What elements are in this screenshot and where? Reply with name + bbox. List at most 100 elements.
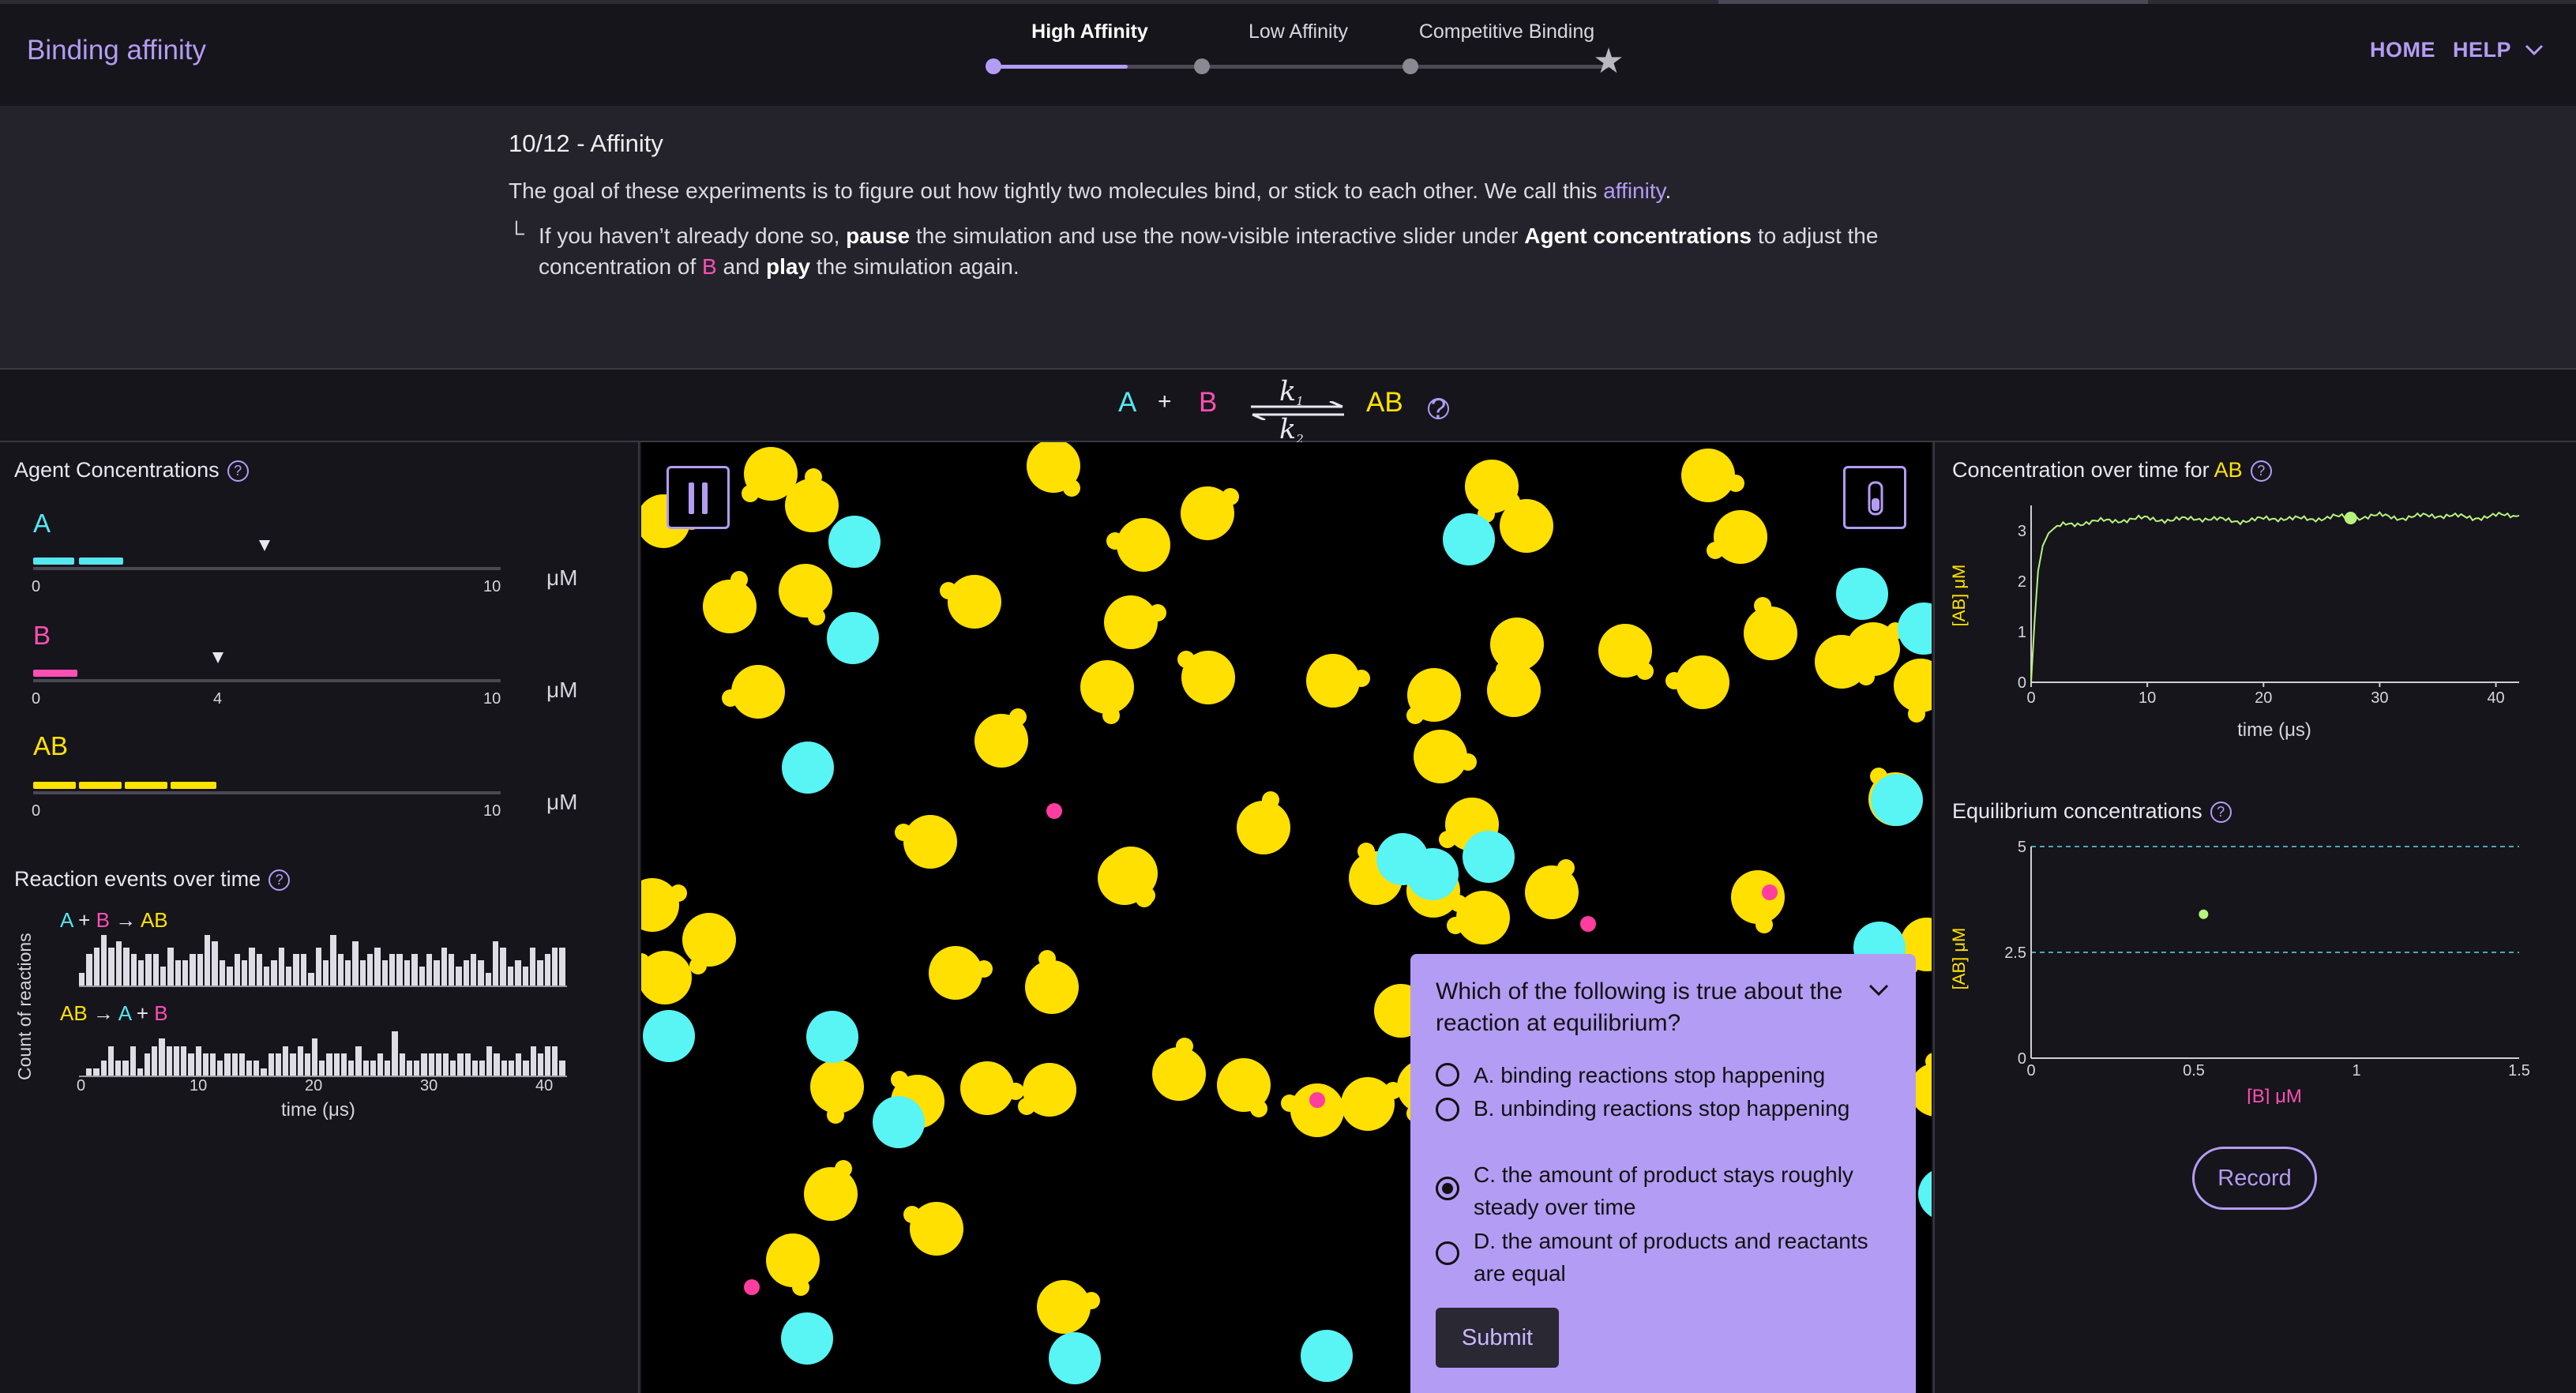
unbinding-histogram-bar — [107, 1046, 115, 1076]
unbinding-histogram-bar — [545, 1046, 551, 1076]
ab-complex-bump — [974, 959, 993, 978]
agent-b-slider-handle[interactable] — [212, 652, 223, 663]
quiz-option-c[interactable]: C. the amount of product stays roughly s… — [1436, 1159, 1894, 1226]
radio-option-b[interactable] — [1436, 1098, 1459, 1121]
binding-histogram-bar — [434, 960, 440, 986]
ab-complex-bump — [1707, 541, 1725, 559]
unbinding-arrow: → — [92, 1001, 114, 1025]
ab-complex-molecule — [1306, 654, 1360, 708]
agent-b-slider-track[interactable] — [33, 679, 501, 682]
step-dot-competitive[interactable] — [1403, 58, 1418, 74]
left-panel: Agent Concentrations? A 0 10 μM B 0 4 10… — [0, 442, 640, 1393]
binding-histogram-bar — [234, 954, 240, 986]
help-circle-icon[interactable]: ? — [2210, 802, 2232, 823]
agent-b-max: 10 — [483, 690, 501, 708]
quiz-option-d[interactable]: D. the amount of products and reactants … — [1436, 1226, 1894, 1292]
chevron-down-icon[interactable] — [1867, 974, 1891, 1004]
equilibrium-chart-xlabel: [B] μM — [2247, 1086, 2302, 1104]
binding-histogram-bar — [389, 954, 396, 986]
progress-steps: High Affinity Low Affinity Competitive B… — [979, 17, 1635, 88]
radio-option-c-selected[interactable] — [1436, 1177, 1459, 1200]
pause-button[interactable] — [667, 466, 730, 529]
agent-b-bar — [33, 670, 77, 677]
time-chart-y-tick-label: 1 — [2018, 624, 2026, 641]
record-button[interactable]: Record — [2192, 1147, 2317, 1210]
ab-complex-bump — [1222, 488, 1240, 506]
unbinding-histogram-bar — [283, 1046, 289, 1076]
binding-histogram-bar — [359, 960, 366, 986]
time-chart-series-line — [2030, 511, 2520, 683]
binding-histogram-bar — [293, 954, 299, 986]
ab-complex-bump — [903, 1205, 921, 1223]
binding-histogram-bar — [404, 960, 411, 986]
a-molecule — [873, 1096, 925, 1148]
radio-option-a[interactable] — [1436, 1063, 1459, 1087]
help-circle-icon[interactable]: ? — [2250, 460, 2272, 482]
help-circle-icon[interactable]: ? — [227, 460, 249, 482]
ab-complex-bump — [1357, 843, 1375, 861]
binding-histogram-bar — [86, 954, 92, 986]
home-link[interactable]: HOME — [2370, 38, 2435, 62]
flask-icon — [1868, 481, 1883, 516]
unbinding-histogram-bar — [486, 1046, 493, 1076]
ab-complex-molecule — [731, 665, 785, 719]
agent-a-max: 10 — [483, 578, 501, 595]
a-molecule — [781, 1312, 833, 1365]
binding-histogram-bar — [263, 967, 270, 986]
unbinding-histogram-bar — [414, 1061, 420, 1076]
agent-ab-max: 10 — [483, 802, 501, 820]
binding-histogram-axis — [79, 986, 567, 987]
a-molecule — [1836, 568, 1888, 620]
binding-histogram-bar — [219, 960, 226, 986]
quiz-option-b[interactable]: B. unbinding reactions stop happening — [1436, 1093, 1894, 1159]
radio-option-d[interactable] — [1436, 1241, 1459, 1265]
a-molecule — [1049, 1332, 1101, 1384]
step-low-affinity[interactable]: Low Affinity — [1249, 21, 1348, 43]
submit-button[interactable]: Submit — [1436, 1308, 1559, 1368]
star-icon[interactable]: ★ — [1593, 41, 1624, 81]
unbinding-histogram-bar — [370, 1061, 376, 1076]
unbinding-histogram-bar — [181, 1046, 187, 1076]
help-circle-icon[interactable]: ? — [268, 869, 291, 891]
binding-histogram-bar — [271, 960, 277, 986]
agent-a-label: A — [33, 509, 51, 538]
unbinding-histogram-bar — [450, 1061, 456, 1076]
ab-complex-bump — [1665, 671, 1684, 689]
unbinding-histogram-bar — [202, 1053, 208, 1076]
step-high-affinity[interactable]: High Affinity — [1031, 21, 1148, 43]
time-chart-x-tick-label: 20 — [2255, 689, 2272, 707]
unbinding-histogram-bar — [253, 1061, 260, 1076]
unbinding-histogram-bar — [304, 1053, 310, 1076]
unbinding-histogram-bar — [231, 1053, 238, 1076]
agent-concentrations-title: Agent Concentrations — [14, 458, 220, 482]
instructions-panel: 10/12 - Affinity The goal of these exper… — [0, 106, 2576, 370]
equilibrium-chart-y-tick-label: 5 — [2018, 839, 2026, 856]
binding-histogram-bar — [197, 954, 204, 986]
affinity-link[interactable]: affinity — [1603, 178, 1665, 203]
agent-ab-unit: μM — [546, 790, 578, 814]
step-dot-low-affinity[interactable] — [1194, 58, 1210, 74]
app-title: Binding affinity — [27, 35, 207, 66]
quiz-option-a[interactable]: A. binding reactions stop happening — [1436, 1060, 1894, 1091]
unbinding-histogram-bar — [100, 1061, 107, 1076]
step-competitive-binding[interactable]: Competitive Binding — [1419, 21, 1594, 43]
reaction-x-tick-10: 10 — [190, 1077, 208, 1094]
step-dot-current[interactable] — [986, 58, 1001, 74]
unbinding-histogram-bar — [268, 1053, 274, 1076]
reaction-x-label: time (μs) — [281, 1099, 355, 1121]
reaction-x-tick-20: 20 — [305, 1077, 323, 1094]
help-menu[interactable]: HELP — [2453, 38, 2511, 62]
ab-complex-molecule — [1152, 1047, 1206, 1101]
view-toggle-button[interactable] — [1843, 466, 1906, 529]
agent-a-slider-track[interactable] — [33, 567, 501, 570]
unbinding-histogram-bar — [442, 1053, 449, 1076]
equilibrium-chart-y-tick-label: 2.5 — [2004, 944, 2026, 962]
top-strip-highlight — [1718, 0, 2148, 4]
ab-complex-molecule — [785, 479, 839, 532]
binding-histogram-bar — [515, 960, 521, 986]
hint-text-2: the simulation and use the now-visible i… — [910, 223, 1525, 248]
equilibrium-chart-title: Equilibrium concentrations — [1952, 799, 2202, 823]
ab-complex-bump — [741, 484, 759, 502]
unbinding-histogram-bar — [530, 1046, 536, 1076]
chevron-down-icon[interactable] — [2524, 38, 2544, 62]
